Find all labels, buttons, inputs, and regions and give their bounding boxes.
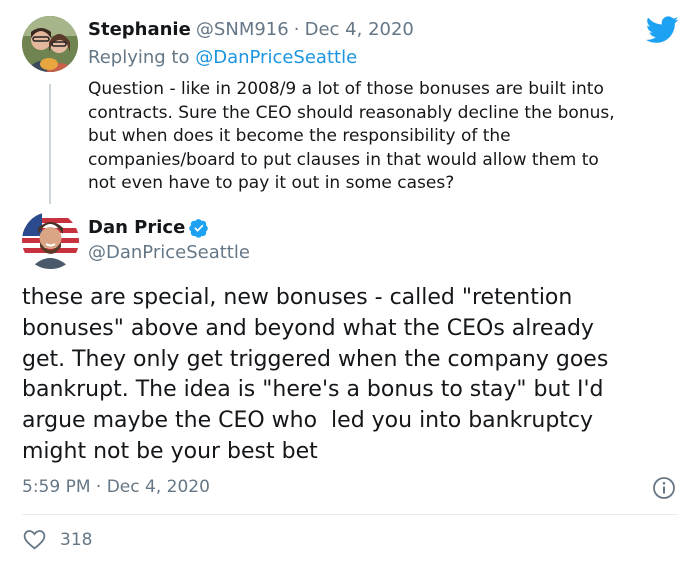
tweet-timestamp[interactable]: 5:59 PM · Dec 4, 2020 [22, 477, 210, 497]
reply-separator: · [293, 19, 300, 40]
main-tweet-author: Dan Price [88, 217, 209, 238]
reply-text-line: contracts. Sure the CEO should reasonabl… [88, 102, 615, 123]
reply-author-handle[interactable]: @SNM916 [196, 19, 289, 40]
tweet-date: Dec 4, 2020 [106, 477, 210, 497]
reply-author-name[interactable]: Stephanie [88, 19, 191, 40]
main-text-line: argue maybe the CEO who led you into ban… [22, 408, 594, 434]
tweet-time: 5:59 PM [22, 477, 91, 497]
replying-to-link[interactable]: @DanPriceSeattle [195, 47, 357, 68]
main-tweet-text: these are special, new bonuses - called … [22, 283, 608, 468]
tweet-divider [22, 514, 678, 515]
main-author-handle[interactable]: @DanPriceSeattle [88, 242, 250, 263]
main-text-line: bonuses" above and beyond what the CEOs … [22, 315, 594, 341]
heart-icon [22, 527, 47, 552]
like-count: 318 [60, 529, 93, 550]
dan-price-avatar[interactable] [22, 212, 79, 269]
tweet-time-separator: · [95, 477, 102, 497]
main-text-line: get. They only get triggered when the co… [22, 346, 609, 372]
reply-date[interactable]: Dec 4, 2020 [305, 19, 414, 40]
reply-text-line: Question - like in 2008/9 a lot of those… [88, 79, 604, 99]
main-author-name[interactable]: Dan Price [88, 217, 185, 238]
main-text-line: might not be your best bet [22, 438, 318, 464]
reply-text-line: companies/board to put clauses in that w… [88, 149, 599, 170]
reply-text-line: but when does it become the responsibili… [88, 126, 511, 146]
replying-to-line: Replying to @DanPriceSeattle [88, 47, 357, 68]
stephanie-avatar[interactable] [22, 16, 78, 72]
main-text-line: these are special, new bonuses - called … [22, 285, 573, 310]
replying-to-prefix: Replying to [88, 47, 190, 68]
main-text-line: bankrupt. The idea is "here's a bonus to… [22, 377, 604, 403]
reply-text-line: not even have to pay it out in some case… [88, 173, 455, 193]
thread-connector-line [49, 84, 51, 204]
verified-badge-icon [189, 218, 209, 238]
info-icon[interactable] [652, 476, 676, 500]
like-button[interactable]: 318 [22, 527, 92, 552]
reply-tweet-header: Stephanie @SNM916 · Dec 4, 2020 [88, 19, 414, 40]
reply-tweet-text: Question - like in 2008/9 a lot of those… [88, 78, 615, 196]
twitter-logo-icon[interactable] [645, 16, 679, 44]
